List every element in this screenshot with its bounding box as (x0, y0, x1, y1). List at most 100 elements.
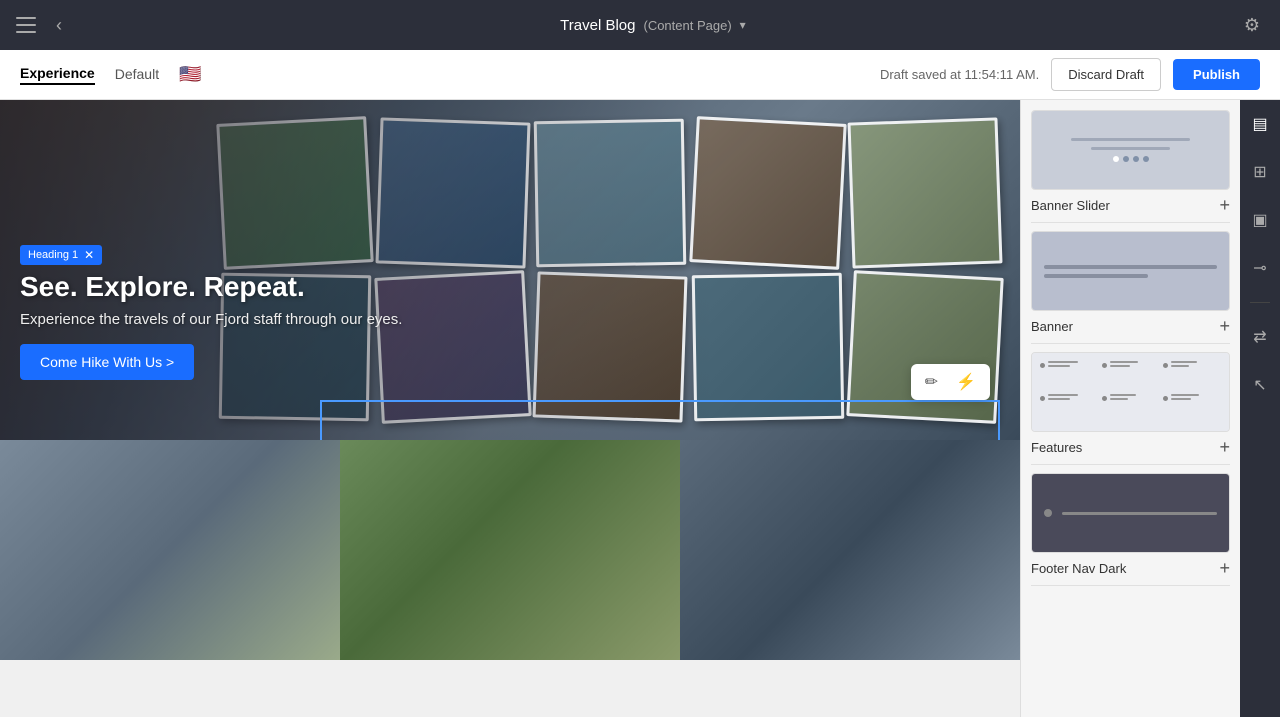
feature-line (1048, 394, 1078, 396)
banner-thumbnail (1031, 231, 1230, 311)
feature-cell-4 (1040, 394, 1098, 423)
feature-line (1171, 394, 1199, 396)
top-bar-left: ‹ (16, 11, 66, 40)
thumb-dot-3 (1133, 156, 1139, 162)
footer-nav-dark-block-footer: Footer Nav Dark + (1031, 559, 1230, 577)
right-sidebar: Banner Slider + Banner + (1020, 100, 1240, 717)
feature-line (1110, 365, 1130, 367)
heading-badge-label: Heading 1 (28, 249, 78, 261)
feature-dot-4 (1040, 396, 1045, 401)
page-title: Travel Blog (560, 17, 635, 34)
bottom-photo-section (0, 440, 1020, 660)
footer-nav-dot (1044, 509, 1052, 517)
banner-thumb-visual (1032, 232, 1229, 310)
sidebar-block-banner-slider: Banner Slider + (1031, 110, 1230, 223)
thumb-line-2 (1091, 147, 1170, 150)
flash-button[interactable]: ⚡ (952, 370, 980, 394)
top-bar-right: ⚙ (1240, 11, 1264, 40)
page-dropdown-arrow[interactable]: ▾ (740, 18, 746, 32)
sidebar-block-footer-nav-dark: Footer Nav Dark + (1031, 473, 1230, 586)
feature-cell-1 (1040, 361, 1098, 390)
feature-line (1171, 398, 1191, 400)
cursor-icon[interactable]: ↖ (1249, 371, 1270, 399)
edit-button[interactable]: ✏ (921, 370, 942, 394)
photo-tile-2[interactable] (340, 440, 680, 660)
banner-thumb-line-2 (1044, 274, 1148, 278)
feature-lines-5 (1110, 394, 1136, 400)
features-thumb-visual (1032, 353, 1229, 431)
hero-subtext: Experience the travels of our Fjord staf… (20, 311, 402, 328)
feature-line (1048, 365, 1070, 367)
heading-badge-close[interactable]: ✕ (84, 248, 94, 262)
thumb-dot-1 (1113, 156, 1119, 162)
hero-heading: See. Explore. Repeat. (20, 271, 402, 303)
photo-tile-1[interactable] (0, 440, 340, 660)
banner-add-button[interactable]: + (1219, 317, 1230, 335)
banner-block-footer: Banner + (1031, 317, 1230, 335)
banner-thumb-line-1 (1044, 265, 1217, 269)
settings-button[interactable]: ⚙ (1240, 11, 1264, 40)
feature-cell-3 (1163, 361, 1221, 390)
feature-lines-1 (1048, 361, 1078, 367)
photo-tile-1-inner (0, 440, 340, 660)
main-layout: Heading 1 ✕ See. Explore. Repeat. Experi… (0, 100, 1280, 717)
banner-slider-thumb-visual (1032, 111, 1229, 189)
layers-icon[interactable]: ▤ (1248, 110, 1271, 138)
hero-banner[interactable]: Heading 1 ✕ See. Explore. Repeat. Experi… (0, 100, 1020, 440)
hero-cta-button[interactable]: Come Hike With Us > (20, 344, 194, 380)
feature-dot-6 (1163, 396, 1168, 401)
sidebar-block-banner: Banner + (1031, 231, 1230, 344)
publish-button[interactable]: Publish (1173, 59, 1260, 90)
tree-icon[interactable]: ⊸ (1249, 254, 1270, 282)
thumb-dot-2 (1123, 156, 1129, 162)
tab-experience[interactable]: Experience (20, 65, 95, 85)
feature-line (1110, 394, 1136, 396)
features-block-footer: Features + (1031, 438, 1230, 456)
discard-draft-button[interactable]: Discard Draft (1051, 58, 1161, 91)
feature-line (1110, 398, 1128, 400)
feature-line (1171, 361, 1197, 363)
banner-slider-label: Banner Slider (1031, 198, 1110, 213)
feature-dot-3 (1163, 363, 1168, 368)
feature-line (1110, 361, 1138, 363)
footer-nav-dark-add-button[interactable]: + (1219, 559, 1230, 577)
feature-lines-6 (1171, 394, 1199, 400)
icon-bar: ▤ ⊞ ▣ ⊸ ⇄ ↖ (1240, 100, 1280, 717)
tab-default[interactable]: Default (115, 66, 159, 84)
grid-icon[interactable]: ⊞ (1249, 158, 1270, 186)
feature-lines-4 (1048, 394, 1078, 400)
back-button[interactable]: ‹ (52, 11, 66, 40)
icon-bar-divider (1250, 302, 1270, 303)
arrow-icon[interactable]: ⇄ (1249, 323, 1270, 351)
thumb-line-1 (1071, 138, 1189, 141)
sidebar-toggle-button[interactable] (16, 17, 36, 33)
language-flag[interactable]: 🇺🇸 (179, 64, 201, 85)
banner-slider-add-button[interactable]: + (1219, 196, 1230, 214)
thumb-dots (1113, 156, 1149, 162)
features-thumbnail (1031, 352, 1230, 432)
features-label: Features (1031, 440, 1082, 455)
footer-nav-dark-thumbnail (1031, 473, 1230, 553)
top-bar: ‹ Travel Blog (Content Page) ▾ ⚙ (0, 0, 1280, 50)
footer-nav-dark-label: Footer Nav Dark (1031, 561, 1126, 576)
photo-tile-2-inner (340, 440, 680, 660)
feature-dot-5 (1102, 396, 1107, 401)
content-area: Heading 1 ✕ See. Explore. Repeat. Experi… (0, 100, 1020, 717)
page-icon[interactable]: ▣ (1248, 206, 1271, 234)
hero-text-block: Heading 1 ✕ See. Explore. Repeat. Experi… (20, 245, 402, 380)
feature-lines-3 (1171, 361, 1197, 367)
feature-line (1048, 361, 1078, 363)
heading-badge: Heading 1 ✕ (20, 245, 102, 265)
footer-nav-line (1062, 512, 1217, 515)
draft-status-text: Draft saved at 11:54:11 AM. (880, 67, 1039, 82)
banner-label: Banner (1031, 319, 1073, 334)
feature-lines-2 (1110, 361, 1138, 367)
feature-cell-6 (1163, 394, 1221, 423)
sidebar-block-features: Features + (1031, 352, 1230, 465)
secondary-bar-actions: Draft saved at 11:54:11 AM. Discard Draf… (880, 58, 1260, 91)
thumb-dot-4 (1143, 156, 1149, 162)
features-add-button[interactable]: + (1219, 438, 1230, 456)
banner-slider-thumbnail (1031, 110, 1230, 190)
feature-line (1048, 398, 1070, 400)
photo-tile-3[interactable] (680, 440, 1020, 660)
